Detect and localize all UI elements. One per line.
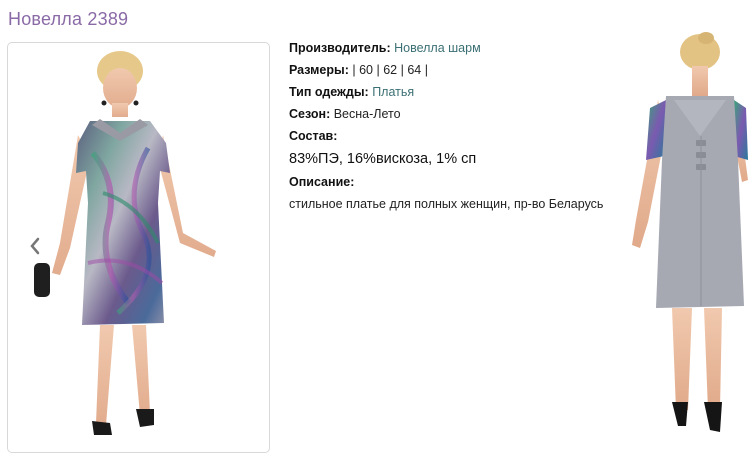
gallery-prev-button[interactable] [28,236,42,256]
dress-front-photo [34,51,216,435]
product-title: Новелла 2389 [8,9,129,29]
composition-value: 83%ПЭ, 16%вискоза, 1% сп [289,151,477,167]
chevron-left-icon [30,237,40,255]
manufacturer-label: Производитель: [289,41,391,55]
size-option[interactable]: 60 [359,63,373,77]
size-option[interactable]: 62 [383,63,397,77]
season-label: Сезон: [289,107,331,121]
description-label-row: Описание: [289,171,619,193]
sizes-label: Размеры: [289,63,349,77]
manufacturer-link[interactable]: Новелла шарм [394,41,481,55]
clothing-type-label: Тип одежды: [289,85,369,99]
size-option[interactable]: 64 [407,63,421,77]
composition-label-row: Состав: [289,125,619,147]
description-label: Описание: [289,175,355,189]
season-value: Весна-Лето [333,107,401,121]
back-view-image[interactable] [622,30,752,458]
season-row: Сезон: Весна-Лето [289,103,619,125]
sizes-row: Размеры: | 60 | 62 | 64 | [289,63,428,77]
manufacturer-row: Производитель: Новелла шарм [289,37,619,59]
clothing-type-row: Тип одежды: Платья [289,81,619,103]
description-value: стильное платье для полных женщин, пр-во… [289,197,604,211]
clothing-type-link[interactable]: Платья [372,85,414,99]
main-product-image[interactable] [7,42,270,453]
dress-back-photo [632,32,748,432]
product-details: Производитель: Новелла шарм Размеры: | 6… [289,37,619,215]
composition-label: Состав: [289,129,338,143]
